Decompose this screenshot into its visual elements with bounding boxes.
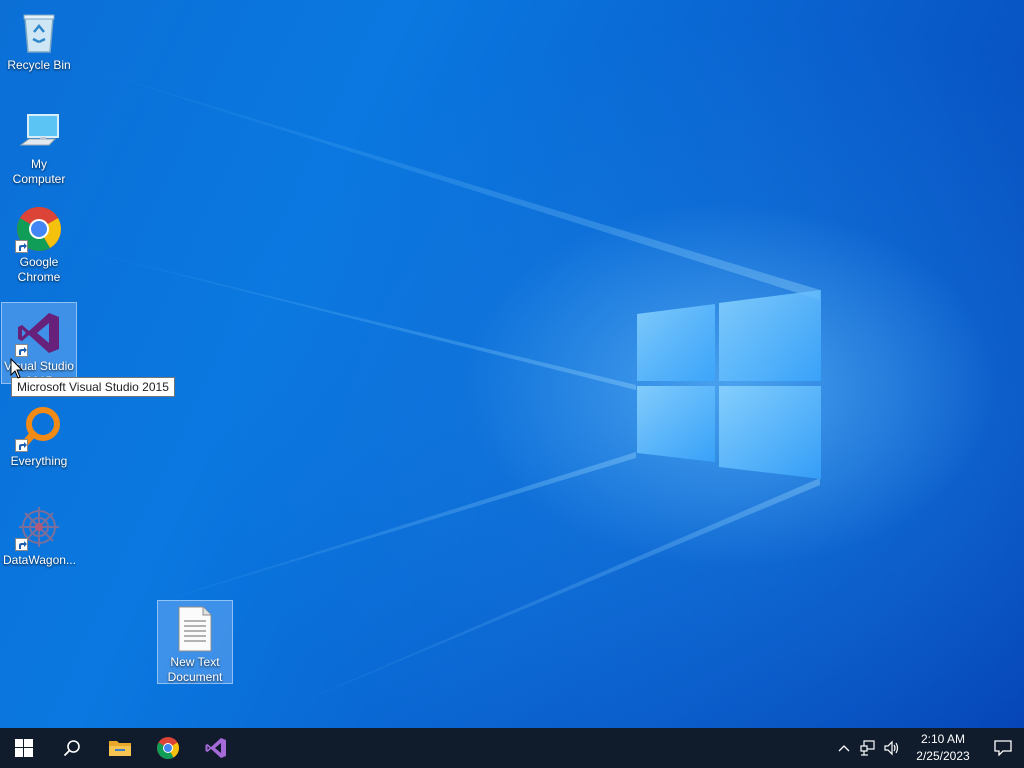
network-button[interactable] <box>856 728 880 768</box>
search-icon <box>63 740 80 757</box>
taskbar: 2:10 AM 2/25/2023 <box>0 728 1024 768</box>
desktop-icon-datawagon[interactable]: DataWagon... <box>1 497 77 571</box>
desktop-icon-label: Google Chrome <box>17 255 61 284</box>
shortcut-arrow-icon <box>15 240 28 253</box>
visual-studio-taskbar-button[interactable] <box>192 728 240 768</box>
network-icon <box>860 740 875 756</box>
search-button[interactable] <box>48 728 96 768</box>
desktop-icon-google-chrome[interactable]: Google Chrome <box>1 199 77 289</box>
desktop-icon-label: My Computer <box>12 157 66 186</box>
chrome-taskbar-button[interactable] <box>144 728 192 768</box>
windows-logo-wallpaper <box>637 290 821 479</box>
shortcut-arrow-icon <box>15 344 28 357</box>
chevron-up-icon <box>838 745 850 752</box>
desktop-icon-recycle-bin[interactable]: Recycle Bin <box>1 2 77 76</box>
file-explorer-button[interactable] <box>96 728 144 768</box>
computer-icon <box>15 107 63 155</box>
desktop-icon-label: Recycle Bin <box>7 58 71 72</box>
desktop-icon-label: DataWagon... <box>3 553 76 567</box>
visual-studio-icon <box>205 738 226 758</box>
windows-logo-icon <box>15 739 33 757</box>
notification-icon <box>994 740 1012 756</box>
clock-date: 2/25/2023 <box>916 749 970 763</box>
everything-search-icon <box>15 404 63 452</box>
datawagon-icon <box>15 503 63 551</box>
desktop-icon-everything[interactable]: Everything <box>1 398 77 472</box>
desktop-icon-new-text-document[interactable]: New Text Document <box>157 600 233 684</box>
desktop-icon-label: Everything <box>10 454 68 468</box>
chrome-icon <box>15 205 63 253</box>
action-center-button[interactable] <box>982 728 1024 768</box>
shortcut-arrow-icon <box>15 439 28 452</box>
tooltip: Microsoft Visual Studio 2015 <box>11 377 175 397</box>
visual-studio-icon <box>15 309 63 357</box>
desktop-icon-my-computer[interactable]: My Computer <box>1 101 77 186</box>
start-button[interactable] <box>0 728 48 768</box>
volume-button[interactable] <box>880 728 904 768</box>
show-hidden-icons-button[interactable] <box>832 728 856 768</box>
speaker-icon <box>884 740 899 756</box>
clock[interactable]: 2:10 AM 2/25/2023 <box>908 731 978 765</box>
clock-time: 2:10 AM <box>920 732 966 746</box>
mouse-cursor-icon <box>10 358 24 379</box>
desktop-background[interactable]: Recycle Bin My Computer Google Chrome Vi… <box>0 0 1024 728</box>
desktop-icon-label: New Text Document <box>167 655 223 684</box>
chrome-icon <box>157 737 179 759</box>
recycle-bin-icon <box>15 8 63 56</box>
text-document-icon <box>171 605 219 653</box>
system-tray: 2:10 AM 2/25/2023 <box>832 728 1024 768</box>
folder-icon <box>109 741 131 756</box>
wallpaper-light-beams <box>40 60 821 728</box>
shortcut-arrow-icon <box>15 538 28 551</box>
